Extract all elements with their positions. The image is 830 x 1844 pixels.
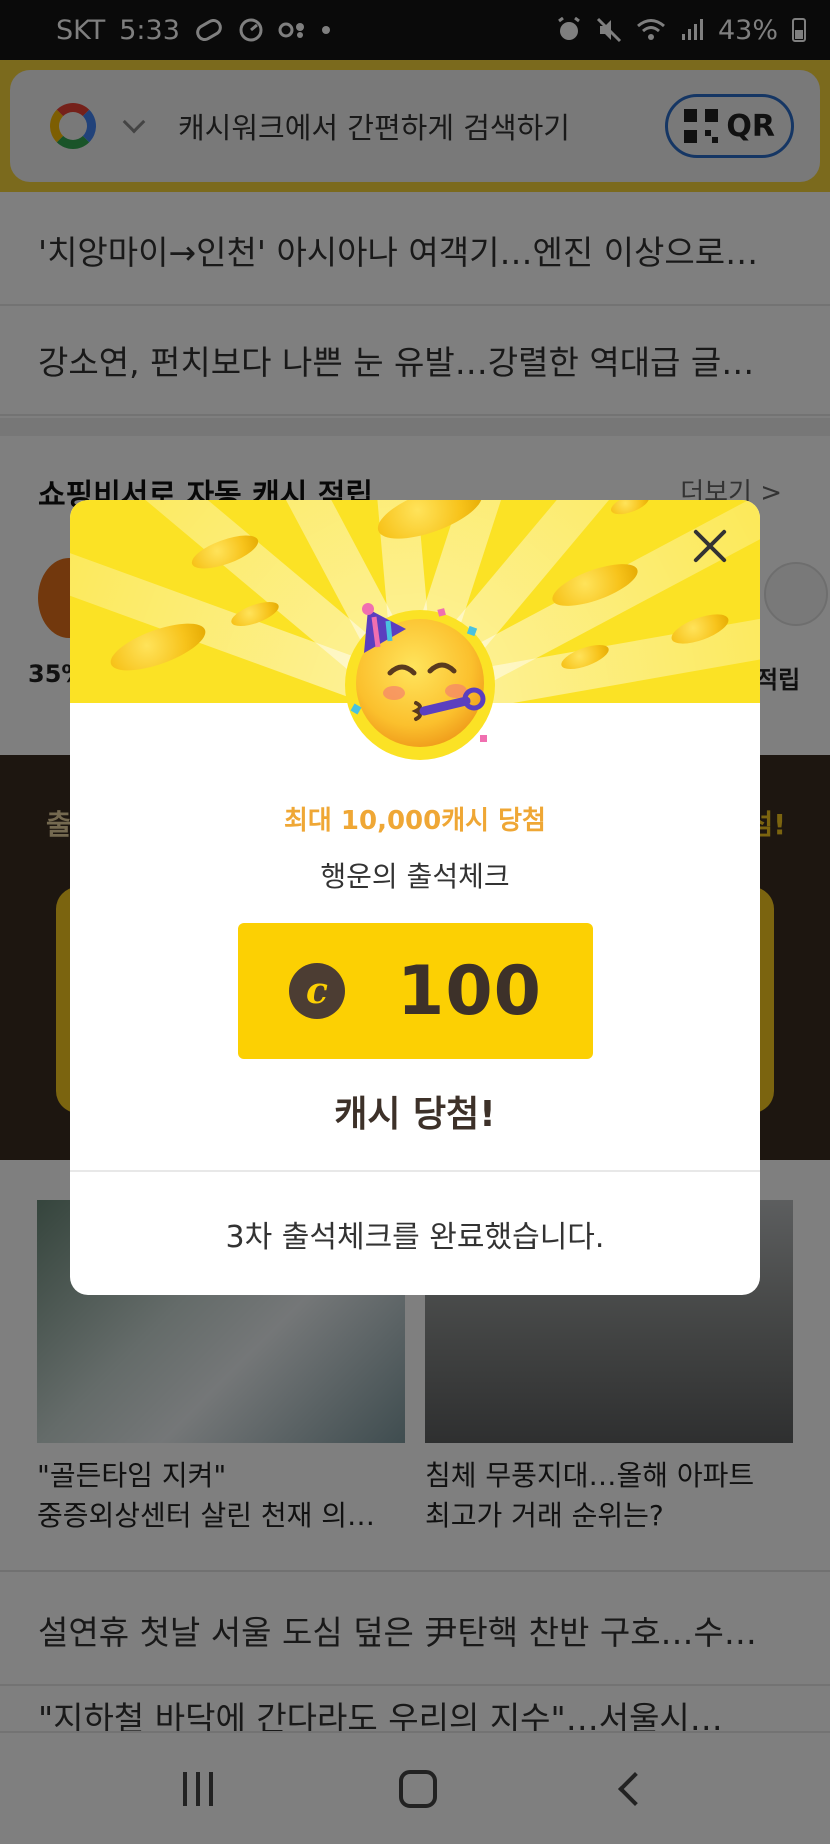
system-nav-bar: [0, 1733, 830, 1844]
coin-icon: [608, 500, 652, 519]
recent-apps-icon[interactable]: [183, 1771, 213, 1806]
modal-footer-message: 3차 출석체크를 완료했습니다.: [225, 1219, 605, 1255]
cash-amount: 100: [397, 951, 542, 1031]
modal-title: 행운의 출석체크: [320, 860, 510, 893]
cash-coin-icon: c: [289, 963, 346, 1019]
close-icon[interactable]: [688, 524, 732, 568]
max-reward-note: 최대 10,000캐시 당첨: [284, 806, 546, 836]
back-icon[interactable]: [618, 1771, 652, 1806]
home-icon[interactable]: [399, 1769, 437, 1808]
cash-won-label: 캐시 당첨!: [334, 1094, 496, 1135]
partying-face-icon: [350, 603, 487, 747]
cash-reward-box: c 100: [238, 923, 593, 1059]
attendance-reward-modal: 최대 10,000캐시 당첨 행운의 출석체크 c 100 캐시 당첨! 3차 …: [70, 500, 760, 1295]
